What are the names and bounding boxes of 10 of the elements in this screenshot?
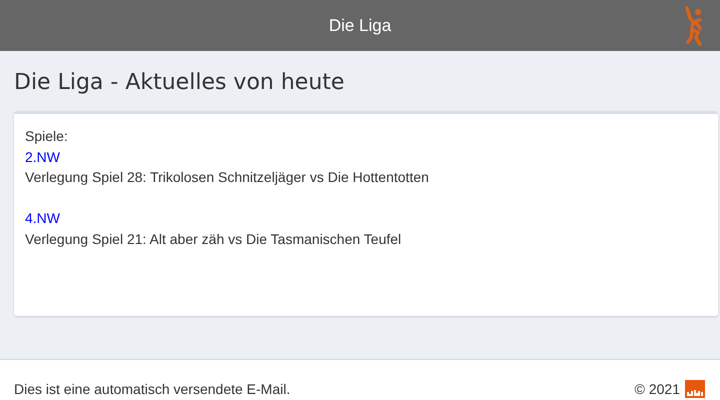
game-link[interactable]: 4.NW: [25, 208, 60, 228]
game-link[interactable]: 2.NW: [25, 146, 60, 167]
game-text: Verlegung Spiel 21: Alt aber zäh vs Die Tasmanischen Teufel: [25, 230, 402, 249]
footer-note: Dies ist eine automatisch versendete E-Mail.: [14, 380, 290, 396]
section-label: Spiele:: [25, 127, 68, 146]
game-text: Verlegung Spiel 28: Trikolosen Schnitzeljäger vs Die Hottentotten: [25, 168, 429, 187]
copyright-text: © 2021: [634, 380, 680, 396]
logo-icon: [685, 380, 705, 398]
page-title: Die Liga - Aktuelles von heute: [14, 70, 344, 95]
header-title: Die Liga: [328, 16, 392, 36]
